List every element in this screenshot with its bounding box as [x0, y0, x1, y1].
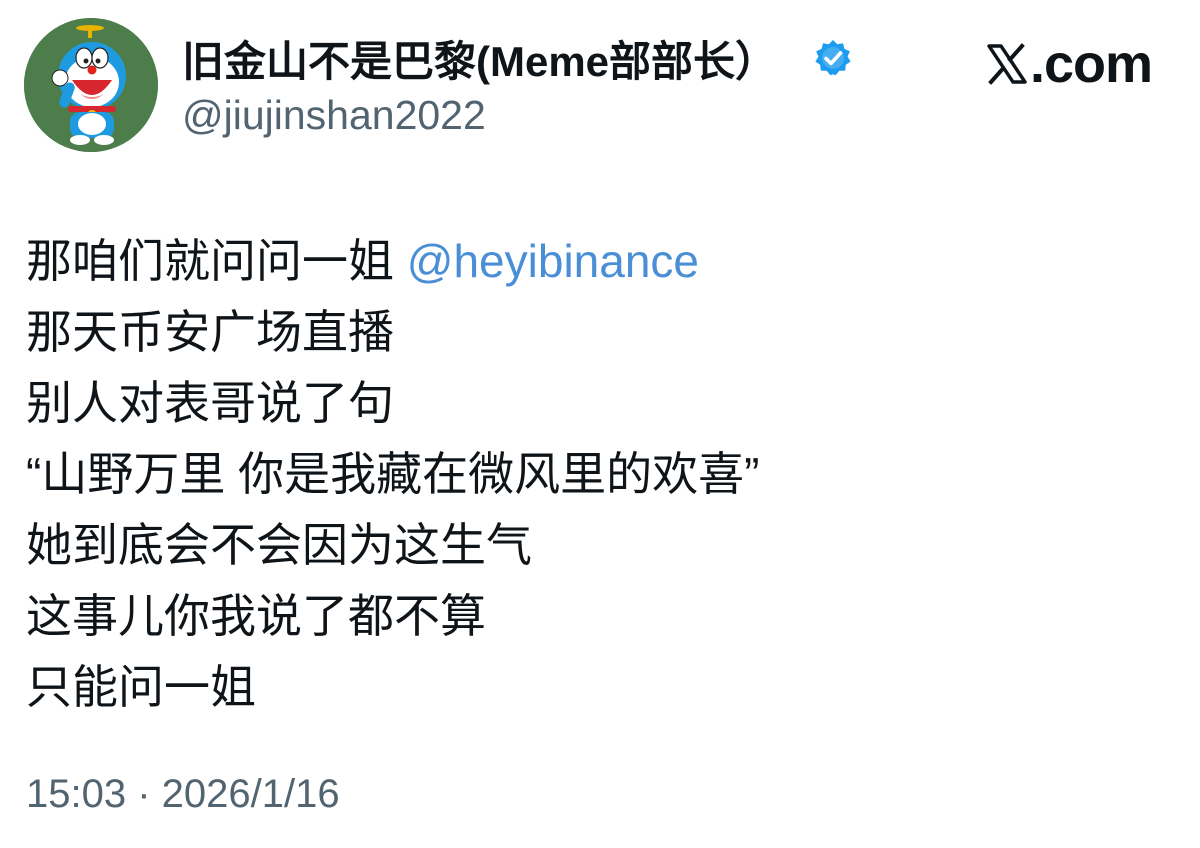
author-name-row: 旧金山不是巴黎(Meme部部长）	[182, 30, 853, 86]
tweet-line: 那咱们就问问一姐 @heyibinance	[26, 226, 1146, 297]
brand-domain-text: .com	[1029, 34, 1153, 94]
tweet-timestamp[interactable]: 15:03 · 2026/1/16	[26, 772, 340, 817]
tweet-line: “山野万里 你是我藏在微风里的欢喜”	[26, 448, 760, 500]
tweet-line: 只能问一姐	[26, 661, 256, 713]
x-brand-watermark: .com	[986, 34, 1153, 94]
verified-badge-icon	[813, 38, 853, 78]
doraemon-avatar-icon	[24, 18, 158, 152]
author-display-name[interactable]: 旧金山不是巴黎(Meme部部长）	[182, 28, 777, 89]
x-logo-icon	[986, 43, 1028, 85]
tweet-line: 别人对表哥说了句	[26, 377, 394, 429]
tweet-text: 那咱们就问问一姐 @heyibinance 那天币安广场直播 别人对表哥说了句 …	[26, 226, 1146, 723]
tweet-card: 旧金山不是巴黎(Meme部部长） @jiujinshan2022 .com 那咱…	[0, 0, 1200, 848]
tweet-line: 那天币安广场直播	[26, 306, 394, 358]
tweet-line-text: 那咱们就问问一姐	[26, 235, 407, 287]
avatar[interactable]	[24, 18, 158, 152]
tweet-line: 她到底会不会因为这生气	[26, 519, 532, 571]
tweet-line: 这事儿你我说了都不算	[26, 590, 486, 642]
mention-link[interactable]: @heyibinance	[407, 235, 699, 287]
author-handle[interactable]: @jiujinshan2022	[182, 92, 486, 139]
